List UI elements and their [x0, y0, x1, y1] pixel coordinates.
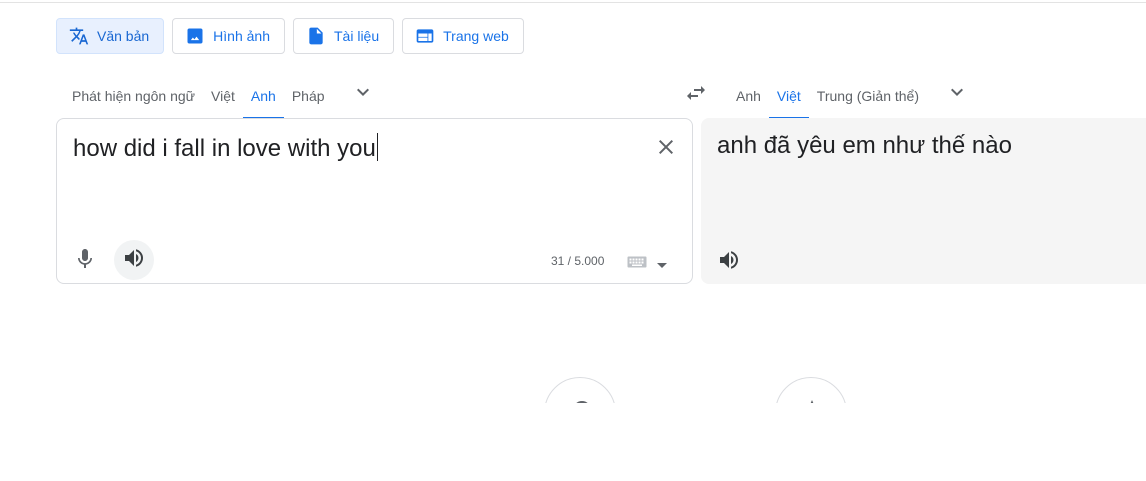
voice-input-button[interactable] — [73, 247, 97, 271]
top-divider — [0, 2, 1146, 3]
speaker-icon — [122, 246, 146, 275]
mode-website-button[interactable]: Trang web — [402, 18, 524, 54]
close-icon — [654, 140, 678, 163]
translate-icon — [69, 26, 89, 46]
image-icon — [185, 26, 205, 46]
mode-text-label: Văn bản — [97, 28, 150, 44]
target-more-languages-button[interactable] — [935, 70, 979, 119]
viewport-bottom-mask — [0, 403, 1146, 481]
web-icon — [415, 26, 435, 46]
mode-image-button[interactable]: Hình ảnh — [172, 18, 285, 54]
mode-image-label: Hình ảnh — [213, 28, 270, 44]
keyboard-icon — [627, 255, 647, 274]
target-lang-chinese-simplified[interactable]: Trung (Giản thể) — [809, 72, 927, 119]
mode-text-button[interactable]: Văn bản — [56, 18, 165, 54]
caret-down-icon — [657, 256, 667, 274]
mode-document-label: Tài liệu — [334, 28, 380, 44]
mode-website-label: Trang web — [443, 28, 509, 44]
translation-output-panel: anh đã yêu em như thế nào — [701, 118, 1146, 284]
source-lang-english[interactable]: Anh — [242, 72, 284, 119]
target-lang-vietnamese[interactable]: Việt — [768, 72, 809, 119]
source-lang-french[interactable]: Pháp — [284, 72, 333, 119]
speaker-icon — [717, 251, 741, 276]
document-icon — [306, 26, 326, 46]
mode-selector: Văn bản Hình ảnh Tài liệu Trang web — [56, 18, 524, 54]
listen-source-button[interactable] — [114, 240, 154, 280]
chevron-down-icon — [945, 80, 969, 109]
clear-source-button[interactable] — [654, 135, 678, 159]
source-more-languages-button[interactable] — [341, 70, 385, 119]
target-lang-english[interactable]: Anh — [724, 72, 769, 119]
source-lang-vietnamese[interactable]: Việt — [203, 72, 243, 119]
source-lang-detect[interactable]: Phát hiện ngôn ngữ — [60, 72, 203, 119]
swap-icon — [684, 81, 708, 110]
source-text-panel: how did i fall in love with you 31 / 5.0… — [56, 118, 693, 284]
swap-languages-button[interactable] — [682, 81, 710, 109]
translation-text: anh đã yêu em như thế nào — [717, 132, 1012, 159]
microphone-icon — [73, 249, 97, 275]
input-tools-button[interactable] — [627, 255, 667, 274]
source-text-input[interactable]: how did i fall in love with you — [73, 133, 378, 165]
character-count: 31 / 5.000 — [551, 254, 605, 268]
source-text-value: how did i fall in love with you — [73, 135, 376, 162]
mode-document-button[interactable]: Tài liệu — [293, 18, 395, 54]
listen-translation-button[interactable] — [717, 248, 741, 272]
text-cursor — [376, 133, 378, 161]
source-language-bar: Phát hiện ngôn ngữ Việt Anh Pháp — [60, 70, 385, 119]
target-language-bar: Anh Việt Trung (Giản thể) — [724, 70, 979, 119]
chevron-down-icon — [351, 80, 375, 109]
